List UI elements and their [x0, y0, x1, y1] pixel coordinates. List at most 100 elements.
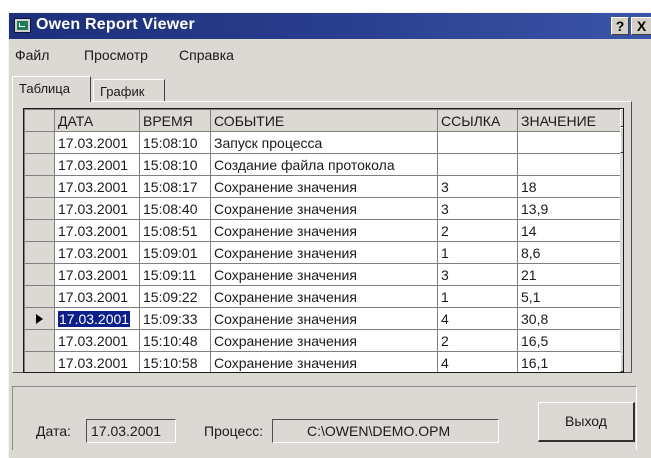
cell-value[interactable]: 8,6 — [517, 241, 621, 264]
cell-value[interactable]: 16,5 — [517, 329, 621, 352]
row-indicator[interactable] — [24, 329, 55, 352]
cell-event[interactable]: Сохранение значения — [210, 219, 438, 242]
cell-value[interactable]: 5,1 — [517, 285, 621, 308]
cell-date[interactable]: 17.03.2001 — [54, 175, 140, 198]
cell-event[interactable]: Сохранение значения — [210, 329, 438, 352]
cell-ref[interactable]: 1 — [437, 285, 518, 308]
cell-ref[interactable]: 3 — [437, 263, 518, 286]
menu-help[interactable]: Справка — [179, 47, 234, 63]
column-header-ref[interactable]: ССЫЛКА — [437, 109, 518, 132]
column-header-event[interactable]: СОБЫТИЕ — [210, 109, 438, 132]
cell-time[interactable]: 15:09:11 — [139, 263, 211, 286]
cell-ref[interactable]: 1 — [437, 241, 518, 264]
table-row[interactable]: 17.03.2001 15:08:40 Сохранение значения 3 13… — [24, 197, 621, 220]
help-button[interactable]: ? — [611, 17, 629, 35]
row-indicator[interactable] — [24, 197, 55, 220]
cell-time[interactable]: 15:09:33 — [139, 307, 211, 330]
cell-text: Сохранение значения — [214, 178, 357, 195]
cell-value[interactable] — [517, 153, 621, 176]
cell-value[interactable]: 18 — [517, 175, 621, 198]
cell-date[interactable]: 17.03.2001 — [54, 131, 140, 154]
cell-time[interactable]: 15:08:40 — [139, 197, 211, 220]
cell-date[interactable]: 17.03.2001 — [54, 241, 140, 264]
cell-event[interactable]: Сохранение значения — [210, 285, 438, 308]
row-indicator[interactable] — [24, 263, 55, 286]
row-indicator[interactable] — [24, 351, 55, 372]
cell-date[interactable]: 17.03.2001 — [54, 219, 140, 242]
cell-time[interactable]: 15:08:10 — [139, 131, 211, 154]
row-indicator[interactable] — [24, 241, 55, 264]
vertical-scrollbar[interactable]: ▲ ▼ — [620, 109, 623, 372]
close-button[interactable]: X — [631, 17, 651, 35]
table-row[interactable]: 17.03.2001 15:08:51 Сохранение значения 2 14 — [24, 219, 621, 242]
row-indicator[interactable] — [24, 153, 55, 176]
cell-text: 8,6 — [521, 244, 541, 261]
cell-event[interactable]: Сохранение значения — [210, 351, 438, 372]
table-row[interactable]: 17.03.2001 15:10:58 Сохранение значения 4 16… — [24, 351, 621, 372]
column-header-date[interactable]: ДАТА — [54, 109, 140, 132]
row-indicator[interactable] — [24, 285, 55, 308]
cell-date[interactable]: 17.03.2001 — [54, 351, 140, 372]
cell-value[interactable]: 14 — [517, 219, 621, 242]
row-indicator[interactable] — [24, 175, 55, 198]
app-icon[interactable] — [14, 18, 31, 33]
scroll-down-arrow-icon[interactable]: ▼ — [620, 354, 623, 372]
cell-date[interactable]: 17.03.2001 — [54, 285, 140, 308]
cell-event[interactable]: Запуск процесса — [210, 131, 438, 154]
cell-event[interactable]: Создание файла протокола — [210, 153, 438, 176]
cell-event[interactable]: Сохранение значения — [210, 241, 438, 264]
table-row[interactable]: 17.03.2001 15:08:17 Сохранение значения 3 18 — [24, 175, 621, 198]
row-indicator[interactable] — [24, 307, 55, 330]
event-table: ДАТА ВРЕМЯ СОБЫТИЕ ССЫЛКА ЗНАЧЕНИЕ 17.03… — [23, 108, 624, 373]
cell-text: 15:10:48 — [143, 332, 198, 349]
row-indicator[interactable] — [24, 219, 55, 242]
table-row[interactable]: 17.03.2001 15:08:10 Запуск процесса — [24, 131, 621, 154]
cell-ref[interactable]: 2 — [437, 219, 518, 242]
cell-date[interactable]: 17.03.2001 — [54, 197, 140, 220]
cell-date[interactable]: 17.03.2001 — [54, 263, 140, 286]
cell-value[interactable]: 30,8 — [517, 307, 621, 330]
table-row[interactable]: 17.03.2001 15:09:33 Сохранение значения 4 30… — [24, 307, 621, 330]
title-bar[interactable]: Owen Report Viewer ? X — [9, 13, 651, 39]
exit-button[interactable]: Выход — [538, 402, 635, 442]
table-row[interactable]: 17.03.2001 15:10:48 Сохранение значения 2 16… — [24, 329, 621, 352]
cell-ref[interactable]: 2 — [437, 329, 518, 352]
menu-view[interactable]: Просмотр — [84, 47, 148, 63]
cell-event[interactable]: Сохранение значения — [210, 307, 438, 330]
table-row[interactable]: 17.03.2001 15:09:01 Сохранение значения 1 8,… — [24, 241, 621, 264]
scroll-thumb[interactable] — [620, 127, 623, 153]
cell-value[interactable]: 16,1 — [517, 351, 621, 372]
cell-ref[interactable]: 3 — [437, 175, 518, 198]
cell-time[interactable]: 15:09:01 — [139, 241, 211, 264]
cell-ref[interactable] — [437, 153, 518, 176]
column-header-time[interactable]: ВРЕМЯ — [139, 109, 211, 132]
cell-event[interactable]: Сохранение значения — [210, 175, 438, 198]
cell-time[interactable]: 15:08:10 — [139, 153, 211, 176]
scroll-up-arrow-icon[interactable]: ▲ — [620, 109, 623, 127]
column-header-value[interactable]: ЗНАЧЕНИЕ — [517, 109, 621, 132]
cell-time[interactable]: 15:10:48 — [139, 329, 211, 352]
cell-event[interactable]: Сохранение значения — [210, 197, 438, 220]
tab-table[interactable]: Таблица — [12, 76, 91, 102]
cell-date[interactable]: 17.03.2001 — [54, 329, 140, 352]
cell-value[interactable] — [517, 131, 621, 154]
table-row[interactable]: 17.03.2001 15:09:11 Сохранение значения 3 21 — [24, 263, 621, 286]
cell-value[interactable]: 21 — [517, 263, 621, 286]
cell-ref[interactable]: 4 — [437, 307, 518, 330]
cell-time[interactable]: 15:09:22 — [139, 285, 211, 308]
cell-value[interactable]: 13,9 — [517, 197, 621, 220]
cell-ref[interactable] — [437, 131, 518, 154]
cell-time[interactable]: 15:08:17 — [139, 175, 211, 198]
cell-time[interactable]: 15:08:51 — [139, 219, 211, 242]
cell-ref[interactable]: 3 — [437, 197, 518, 220]
tab-chart[interactable]: График — [93, 79, 165, 101]
cell-date[interactable]: 17.03.2001 — [54, 153, 140, 176]
cell-ref[interactable]: 4 — [437, 351, 518, 372]
cell-event[interactable]: Сохранение значения — [210, 263, 438, 286]
table-row[interactable]: 17.03.2001 15:08:10 Создание файла протоко… — [24, 153, 621, 176]
menu-file[interactable]: Файл — [15, 47, 49, 63]
cell-time[interactable]: 15:10:58 — [139, 351, 211, 372]
table-row[interactable]: 17.03.2001 15:09:22 Сохранение значения 1 5,… — [24, 285, 621, 308]
cell-date[interactable]: 17.03.2001 — [54, 307, 140, 330]
row-indicator[interactable] — [24, 131, 55, 154]
